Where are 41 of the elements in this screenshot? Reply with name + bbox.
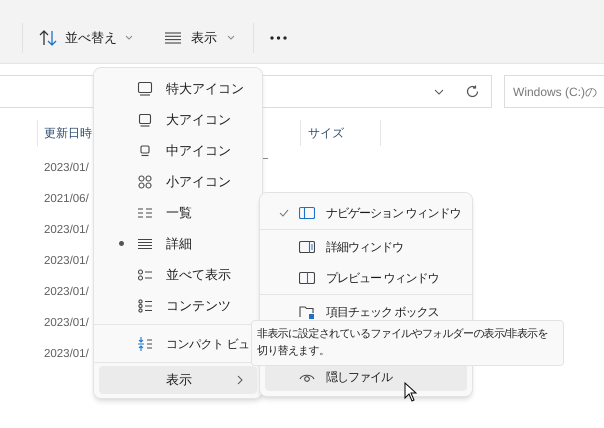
date-cell-text: 2023/01/ xyxy=(44,285,89,300)
sort-button[interactable]: 並べ替え xyxy=(37,22,135,54)
details-pane-icon xyxy=(299,238,315,254)
view-option[interactable]: 小アイコン xyxy=(99,166,257,197)
navigation-pane-icon xyxy=(299,204,315,220)
show-option[interactable]: プレビュー ウィンドウ xyxy=(265,262,467,293)
view-option[interactable]: 特大アイコン xyxy=(99,73,257,104)
chevron-down-icon xyxy=(227,35,235,40)
show-option[interactable]: 詳細ウィンドウ xyxy=(265,231,467,262)
show-option[interactable]: ナビゲーション ウィンドウ xyxy=(265,197,467,228)
date-cell-text: 2023/01/ xyxy=(44,161,89,176)
view-button[interactable]: 表示 xyxy=(163,22,237,54)
lines-icon xyxy=(165,32,181,44)
view-option[interactable]: 中アイコン xyxy=(99,135,257,166)
column-header[interactable]: サイズ xyxy=(308,124,380,142)
extra-large-icon-icon xyxy=(137,80,153,96)
view-option[interactable]: コンテンツ xyxy=(99,290,257,321)
more-icon[interactable] xyxy=(270,36,287,40)
tooltip: 非表示に設定されているファイルやフォルダーの表示/非表示を切り替えます。 xyxy=(251,320,564,366)
date-cell-text: 2023/01/ xyxy=(44,254,89,269)
date-cell-text: 2023/01/ xyxy=(44,316,89,331)
content-list-icon xyxy=(137,298,153,314)
date-cell-text: 2023/01/ xyxy=(44,223,89,238)
view-option[interactable]: 大アイコン xyxy=(99,104,257,135)
small-icons-icon xyxy=(137,174,153,190)
chevron-right-icon xyxy=(237,375,243,385)
show-menu-item[interactable]: 表示 xyxy=(99,366,257,394)
compact-view-icon xyxy=(137,336,153,352)
large-icon-icon xyxy=(137,112,153,128)
view-option[interactable]: 一覧 xyxy=(99,197,257,228)
folder-checkbox-icon xyxy=(299,304,315,320)
tiles-icon xyxy=(137,266,153,282)
preview-pane-icon xyxy=(299,270,315,286)
chevron-down-icon[interactable] xyxy=(434,88,444,94)
search-field[interactable]: Windows (C:)の xyxy=(504,75,604,108)
sort-arrows-icon xyxy=(39,30,57,46)
date-cell-text: 2023/01/ xyxy=(44,347,89,362)
date-cell-text: 2021/06/ xyxy=(44,192,89,207)
view-option[interactable]: 並べて表示 xyxy=(99,259,257,290)
chevron-down-icon xyxy=(125,35,133,40)
refresh-icon[interactable] xyxy=(466,85,479,98)
